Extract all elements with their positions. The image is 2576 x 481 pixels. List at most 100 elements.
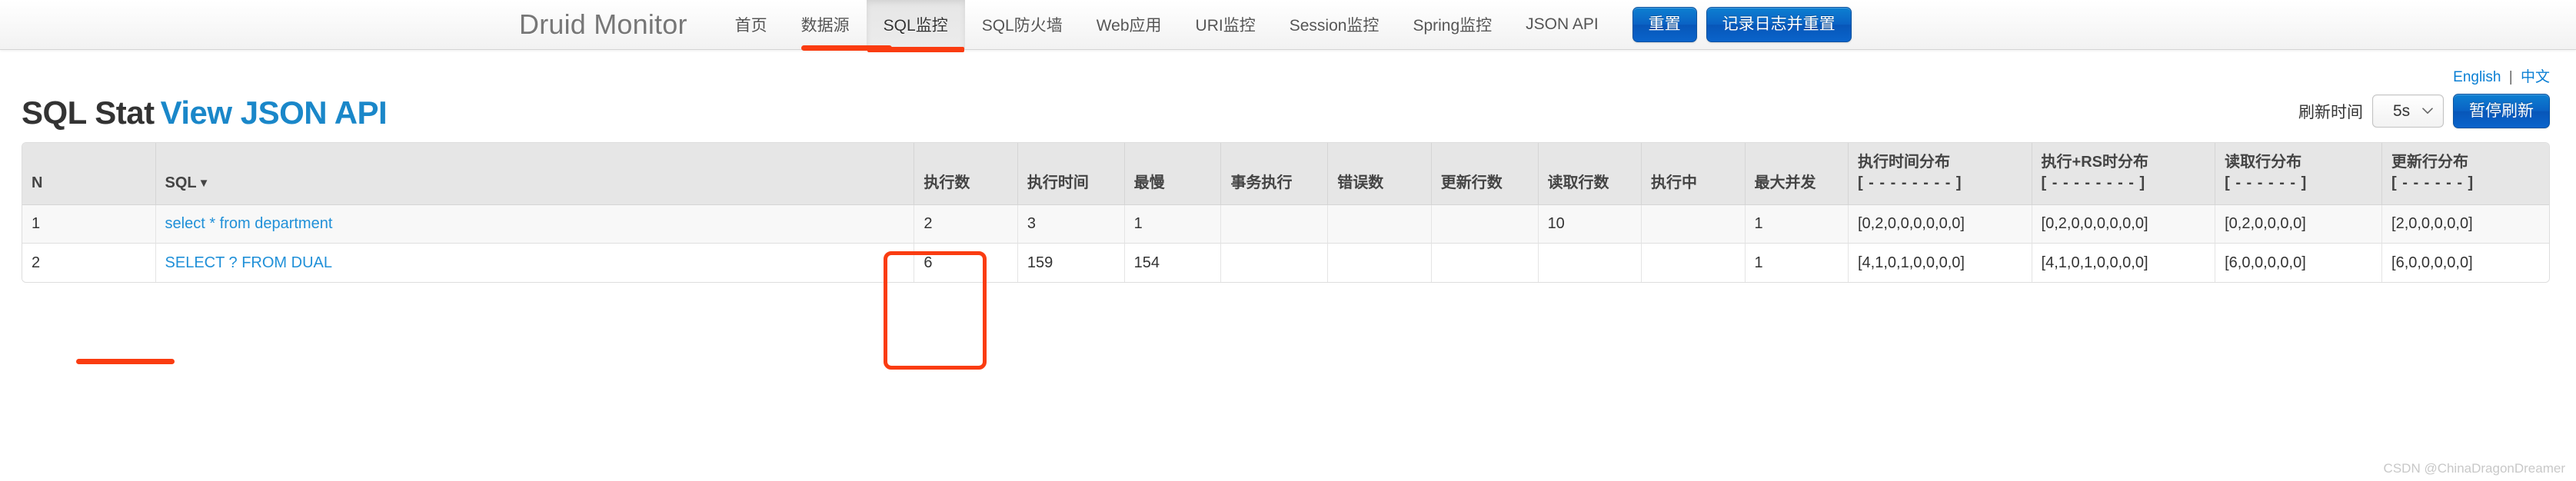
sql-stat-table-wrap: N SQL ▼ 执行数 执行时间 最慢 事务执行 错误数 更新行数 读取行数 执行… bbox=[14, 131, 2562, 284]
annotation-underline-sql-text bbox=[76, 359, 175, 364]
col-header-update-rows[interactable]: 更新行数 bbox=[1431, 143, 1539, 206]
col-header-slowest[interactable]: 最慢 bbox=[1124, 143, 1222, 206]
nav-item-sql-firewall[interactable]: SQL防火墙 bbox=[965, 0, 1080, 49]
title-row: SQL Stat View JSON API 刷新时间 5s 暂停刷新 bbox=[14, 86, 2562, 131]
col-header-max-concurrent[interactable]: 最大并发 bbox=[1745, 143, 1849, 206]
col-header-tx-exec[interactable]: 事务执行 bbox=[1221, 143, 1329, 206]
page-title: SQL Stat View JSON API bbox=[22, 95, 388, 131]
col-header-n[interactable]: N bbox=[22, 143, 156, 206]
col-header-fetch-rows[interactable]: 读取行数 bbox=[1538, 143, 1642, 206]
refresh-interval-select[interactable]: 5s bbox=[2372, 95, 2444, 128]
language-chinese-link[interactable]: 中文 bbox=[2521, 69, 2550, 85]
nav-item-datasource[interactable]: 数据源 bbox=[784, 0, 867, 49]
view-json-api-link[interactable]: View JSON API bbox=[161, 95, 388, 131]
col-header-exec-count[interactable]: 执行数 bbox=[914, 143, 1018, 206]
col-header-fetch-histogram[interactable]: 读取行分布 [ - - - - - - ] bbox=[2215, 143, 2383, 206]
cell-max-concurrent: 1 bbox=[1745, 205, 1849, 244]
cell-update-histogram: [6,0,0,0,0,0] bbox=[2382, 244, 2549, 283]
cell-exec-rs-histogram: [4,1,0,1,0,0,0,0] bbox=[2032, 244, 2216, 283]
navbar-actions: 重置 记录日志并重置 bbox=[1616, 0, 1852, 49]
sql-detail-link[interactable]: select * from department bbox=[165, 215, 333, 232]
col-header-exec-rs-histogram[interactable]: 执行+RS时分布 [ - - - - - - - - ] bbox=[2032, 143, 2216, 206]
brand-logo[interactable]: Druid Monitor bbox=[519, 0, 718, 49]
col-label-slowest: 最慢 bbox=[1133, 174, 1165, 192]
language-switcher: English | 中文 bbox=[14, 50, 2562, 86]
cell-exec-count: 2 bbox=[914, 205, 1018, 244]
nav-item-session-monitor[interactable]: Session监控 bbox=[1273, 0, 1396, 49]
refresh-interval-select-wrap: 5s bbox=[2372, 95, 2444, 128]
nav-item-json-api[interactable]: JSON API bbox=[1509, 0, 1616, 49]
cell-exec-time: 3 bbox=[1017, 205, 1125, 244]
table-header: N SQL ▼ 执行数 执行时间 最慢 事务执行 错误数 更新行数 读取行数 执行… bbox=[22, 143, 2549, 206]
cell-fetch-histogram: [0,2,0,0,0,0] bbox=[2215, 205, 2383, 244]
col-label-running: 执行中 bbox=[1651, 174, 1698, 192]
col-sub-update-histogram: [ - - - - - - ] bbox=[2391, 174, 2474, 192]
nav-item-spring-monitor[interactable]: Spring监控 bbox=[1396, 0, 1509, 49]
nav-item-home[interactable]: 首页 bbox=[718, 0, 784, 49]
page-title-text: SQL Stat bbox=[22, 95, 155, 131]
cell-running bbox=[1642, 205, 1746, 244]
cell-update-histogram: [2,0,0,0,0,0] bbox=[2382, 205, 2549, 244]
col-sub-exec-rs-histogram: [ - - - - - - - - ] bbox=[2041, 174, 2146, 192]
cell-fetch-histogram: [6,0,0,0,0,0] bbox=[2215, 244, 2383, 283]
col-header-exec-time[interactable]: 执行时间 bbox=[1017, 143, 1125, 206]
cell-n: 1 bbox=[22, 205, 156, 244]
sql-stat-table: N SQL ▼ 执行数 执行时间 最慢 事务执行 错误数 更新行数 读取行数 执行… bbox=[22, 142, 2550, 284]
nav-item-web-app[interactable]: Web应用 bbox=[1080, 0, 1179, 49]
col-header-exec-histogram[interactable]: 执行时间分布 [ - - - - - - - - ] bbox=[1848, 143, 2032, 206]
log-and-reset-button[interactable]: 记录日志并重置 bbox=[1706, 7, 1852, 42]
cell-exec-time: 159 bbox=[1017, 244, 1125, 283]
reset-button[interactable]: 重置 bbox=[1632, 7, 1697, 42]
pause-refresh-button[interactable]: 暂停刷新 bbox=[2453, 94, 2550, 129]
language-english-link[interactable]: English bbox=[2453, 69, 2501, 85]
col-label-tx-exec: 事务执行 bbox=[1230, 174, 1293, 192]
table-header-row: N SQL ▼ 执行数 执行时间 最慢 事务执行 错误数 更新行数 读取行数 执行… bbox=[22, 143, 2549, 206]
col-label-exec-rs-histogram: 执行+RS时分布 bbox=[2041, 154, 2149, 171]
cell-fetch-rows bbox=[1538, 244, 1642, 283]
col-label-max-concurrent: 最大并发 bbox=[1754, 174, 1816, 192]
sql-detail-link[interactable]: SELECT ? FROM DUAL bbox=[165, 254, 332, 271]
table-row[interactable]: 1 select * from department 2 3 1 10 1 [0… bbox=[22, 205, 2549, 244]
cell-tx-exec bbox=[1221, 205, 1329, 244]
cell-exec-rs-histogram: [0,2,0,0,0,0,0,0] bbox=[2032, 205, 2216, 244]
cell-error-count bbox=[1328, 244, 1432, 283]
col-header-running[interactable]: 执行中 bbox=[1642, 143, 1746, 206]
refresh-interval-label: 刷新时间 bbox=[2298, 103, 2363, 121]
col-label-fetch-rows: 读取行数 bbox=[1547, 174, 1609, 192]
cell-error-count bbox=[1328, 205, 1432, 244]
col-label-sql: SQL bbox=[165, 174, 197, 192]
cell-max-concurrent: 1 bbox=[1745, 244, 1849, 283]
page-content: English | 中文 SQL Stat View JSON API 刷新时间 … bbox=[0, 50, 2576, 284]
table-body: 1 select * from department 2 3 1 10 1 [0… bbox=[22, 205, 2549, 283]
col-label-exec-time: 执行时间 bbox=[1027, 174, 1089, 192]
cell-tx-exec bbox=[1221, 244, 1329, 283]
col-label-exec-count: 执行数 bbox=[924, 174, 970, 192]
language-separator: | bbox=[2508, 69, 2513, 85]
nav-item-uri-monitor[interactable]: URI监控 bbox=[1179, 0, 1273, 49]
cell-update-rows bbox=[1431, 205, 1539, 244]
col-header-update-histogram[interactable]: 更新行分布 [ - - - - - - ] bbox=[2382, 143, 2549, 206]
sort-desc-icon: ▼ bbox=[198, 177, 210, 191]
cell-update-rows bbox=[1431, 244, 1539, 283]
cell-exec-histogram: [4,1,0,1,0,0,0,0] bbox=[1848, 244, 2032, 283]
col-header-sql[interactable]: SQL ▼ bbox=[155, 143, 915, 206]
cell-slowest: 1 bbox=[1124, 205, 1222, 244]
col-sub-exec-histogram: [ - - - - - - - - ] bbox=[1857, 174, 1962, 192]
cell-exec-histogram: [0,2,0,0,0,0,0,0] bbox=[1848, 205, 2032, 244]
col-label-update-histogram: 更新行分布 bbox=[2391, 154, 2469, 171]
cell-sql[interactable]: select * from department bbox=[155, 205, 915, 244]
cell-running bbox=[1642, 244, 1746, 283]
col-label-fetch-histogram: 读取行分布 bbox=[2225, 154, 2302, 171]
watermark: CSDN @ChinaDragonDreamer bbox=[2383, 461, 2565, 476]
col-label-error-count: 错误数 bbox=[1337, 174, 1384, 192]
nav-item-sql-monitor[interactable]: SQL监控 bbox=[866, 0, 965, 52]
table-row[interactable]: 2 SELECT ? FROM DUAL 6 159 154 1 [4,1,0,… bbox=[22, 244, 2549, 283]
cell-fetch-rows: 10 bbox=[1538, 205, 1642, 244]
cell-slowest: 154 bbox=[1124, 244, 1222, 283]
top-navbar: Druid Monitor 首页 数据源 SQL监控 SQL防火墙 Web应用 … bbox=[0, 0, 2576, 52]
navbar-inner: Druid Monitor 首页 数据源 SQL监控 SQL防火墙 Web应用 … bbox=[519, 0, 2057, 52]
cell-sql[interactable]: SELECT ? FROM DUAL bbox=[155, 244, 915, 283]
refresh-controls: 刷新时间 5s 暂停刷新 bbox=[2298, 94, 2550, 131]
col-label-n: N bbox=[32, 174, 43, 192]
col-header-error-count[interactable]: 错误数 bbox=[1328, 143, 1432, 206]
